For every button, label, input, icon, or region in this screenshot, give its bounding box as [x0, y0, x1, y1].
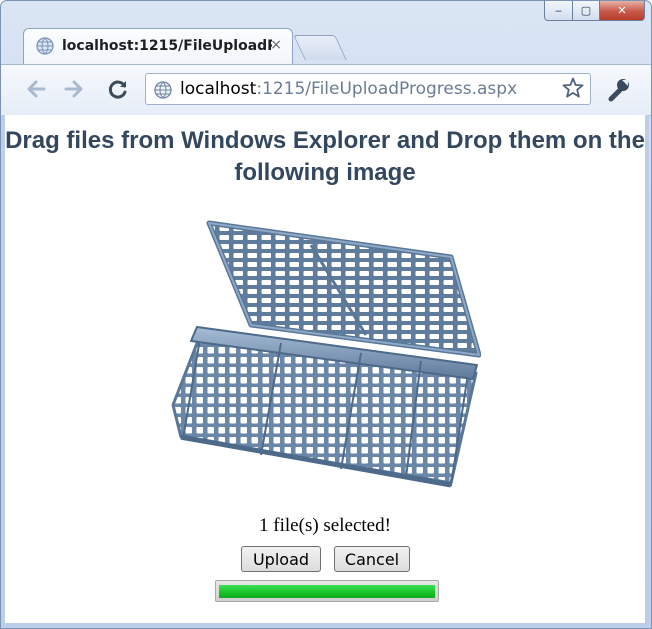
globe-icon: [36, 37, 54, 55]
address-bar[interactable]: localhost:1215/FileUploadProgress.aspx: [145, 73, 591, 105]
window-border-right: [645, 115, 649, 623]
wrench-icon[interactable]: [605, 77, 631, 103]
browser-tab[interactable]: localhost:1215/FileUploadP ×: [23, 28, 293, 64]
back-arrow-icon[interactable]: [23, 76, 49, 102]
url-host: localhost: [180, 79, 257, 99]
close-window-button[interactable]: ✕: [600, 1, 645, 21]
upload-button[interactable]: Upload: [241, 546, 321, 572]
browser-window: ‒ ▢ ✕ localhost:1215/FileUploadP × local…: [0, 0, 652, 629]
progress-fill: [219, 585, 435, 598]
maximize-button[interactable]: ▢: [573, 1, 600, 21]
cancel-button[interactable]: Cancel: [334, 546, 410, 572]
forward-arrow-icon[interactable]: [61, 76, 87, 102]
url-text: localhost:1215/FileUploadProgress.aspx: [180, 79, 517, 99]
minimize-button[interactable]: ‒: [544, 1, 573, 21]
window-controls: ‒ ▢ ✕: [544, 1, 645, 21]
upload-progress-bar: [215, 580, 439, 602]
title-bar: ‒ ▢ ✕ localhost:1215/FileUploadP ×: [1, 1, 651, 65]
close-tab-icon[interactable]: ×: [270, 37, 282, 53]
new-tab-button[interactable]: [293, 35, 347, 60]
reload-icon[interactable]: [105, 76, 131, 102]
tab-title: localhost:1215/FileUploadP: [62, 38, 272, 54]
page-content: Drag files from Windows Explorer and Dro…: [5, 115, 645, 623]
action-buttons: Upload Cancel: [241, 546, 410, 572]
globe-icon: [154, 81, 172, 99]
browser-toolbar: localhost:1215/FileUploadProgress.aspx: [1, 64, 651, 116]
basket-drop-target-image[interactable]: [161, 215, 481, 505]
selection-status: 1 file(s) selected!: [259, 515, 391, 536]
page-heading: Drag files from Windows Explorer and Dro…: [5, 127, 645, 186]
star-icon[interactable]: [562, 76, 584, 106]
url-path: :1215/FileUploadProgress.aspx: [256, 79, 518, 99]
